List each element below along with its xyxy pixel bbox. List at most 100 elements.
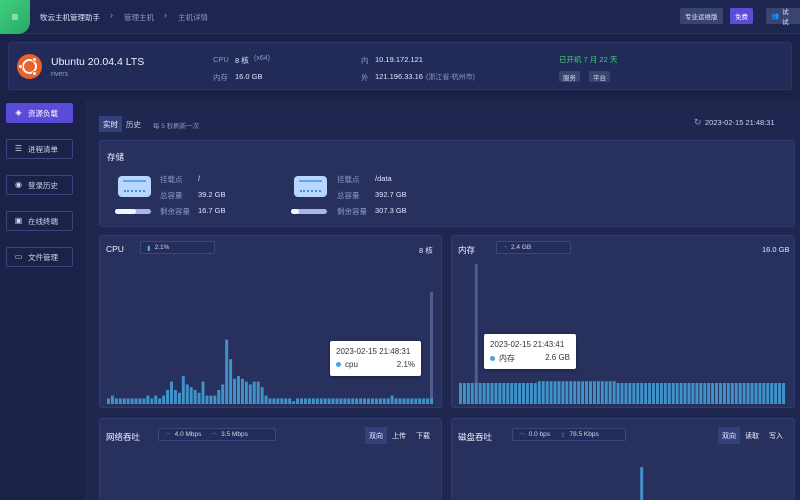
chart-bar[interactable] <box>754 383 758 404</box>
chart-bar[interactable] <box>478 383 482 404</box>
chart-bar[interactable] <box>652 383 655 404</box>
chart-bar[interactable] <box>240 378 244 404</box>
chart-bar[interactable] <box>402 398 406 404</box>
sidebar-item-process-list[interactable]: ☰ 进程清单 <box>6 139 73 159</box>
chart-bar[interactable] <box>782 383 785 404</box>
chart-bar[interactable] <box>758 383 762 404</box>
chart-bar[interactable] <box>307 398 311 404</box>
network-tab-both[interactable]: 双向 <box>365 427 387 444</box>
chart-bar[interactable] <box>205 395 209 404</box>
chart-bar[interactable] <box>367 398 370 404</box>
chart-bar[interactable] <box>276 398 280 404</box>
chart-bar[interactable] <box>553 381 557 404</box>
chart-bar[interactable] <box>225 339 229 404</box>
chart-bar[interactable] <box>256 381 260 404</box>
chart-bar[interactable] <box>154 395 158 404</box>
chart-bar[interactable] <box>581 381 585 404</box>
chart-bar[interactable] <box>134 398 138 404</box>
chart-bar[interactable] <box>311 398 315 404</box>
chart-bar[interactable] <box>414 398 418 404</box>
chart-bar[interactable] <box>675 383 679 404</box>
chart-bar[interactable] <box>406 398 410 404</box>
chart-bar[interactable] <box>557 381 561 404</box>
chart-bar[interactable] <box>382 398 386 404</box>
chart-bar[interactable] <box>529 383 533 404</box>
chart-bar[interactable] <box>510 383 514 404</box>
chart-bar[interactable] <box>351 398 355 404</box>
chart-bar[interactable] <box>339 398 343 404</box>
chart-bar[interactable] <box>138 398 142 404</box>
chart-bar[interactable] <box>522 383 525 404</box>
chart-bar[interactable] <box>170 381 173 404</box>
chart-bar[interactable] <box>750 383 754 404</box>
chart-bar[interactable] <box>490 383 494 404</box>
chart-bar[interactable] <box>284 398 288 404</box>
chart-bar[interactable] <box>498 383 502 404</box>
chart-bar[interactable] <box>659 383 663 404</box>
chart-bar[interactable] <box>422 398 426 404</box>
tab-history[interactable]: 历史 <box>122 116 145 132</box>
chart-bar[interactable] <box>189 387 193 404</box>
chart-bar[interactable] <box>604 381 608 404</box>
chart-bar[interactable] <box>734 383 738 404</box>
chart-bar[interactable] <box>726 383 730 404</box>
chart-bar[interactable] <box>644 383 648 404</box>
chart-bar[interactable] <box>569 381 573 404</box>
chart-bar[interactable] <box>315 398 319 404</box>
sidebar-item-login-history[interactable]: ◉ 登录历史 <box>6 175 73 195</box>
chart-bar[interactable] <box>695 383 699 404</box>
chart-bar[interactable] <box>459 383 462 404</box>
chart-bar[interactable] <box>577 381 581 404</box>
chart-bar[interactable] <box>378 398 382 404</box>
chart-bar[interactable] <box>288 398 292 404</box>
chart-bar[interactable] <box>398 398 402 404</box>
chart-bar[interactable] <box>221 384 225 404</box>
chart-bar[interactable] <box>177 392 181 404</box>
chart-bar[interactable] <box>486 383 490 404</box>
chart-bar[interactable] <box>327 398 331 404</box>
chart-bar[interactable] <box>506 383 510 404</box>
chart-bar[interactable] <box>663 383 667 404</box>
chart-bar[interactable] <box>494 383 498 404</box>
chart-bar[interactable] <box>632 383 636 404</box>
chart-bar[interactable] <box>596 381 600 404</box>
chart-bar[interactable] <box>248 384 252 404</box>
chart-bar[interactable] <box>640 467 644 500</box>
chart-bar[interactable] <box>319 398 323 404</box>
disk-tab-both[interactable]: 双向 <box>718 427 740 444</box>
host-tag[interactable]: 服务 <box>559 71 580 82</box>
refresh-icon[interactable]: ↻ <box>694 117 702 128</box>
chart-bar[interactable] <box>518 383 522 404</box>
chart-bar[interactable] <box>514 383 518 404</box>
chart-bar[interactable] <box>667 383 671 404</box>
chart-bar[interactable] <box>549 381 553 404</box>
chart-bar[interactable] <box>107 398 110 404</box>
chart-bar[interactable] <box>561 381 565 404</box>
chart-bar[interactable] <box>715 383 719 404</box>
chart-bar[interactable] <box>260 387 264 404</box>
chart-bar[interactable] <box>648 383 652 404</box>
chart-bar[interactable] <box>390 395 394 404</box>
sidebar-item-file-manager[interactable]: ▭ 文件管理 <box>6 247 73 267</box>
chart-bar[interactable] <box>110 395 114 404</box>
chart-bar[interactable] <box>711 383 715 404</box>
chart-bar[interactable] <box>699 383 703 404</box>
chart-bar[interactable] <box>573 381 577 404</box>
chart-bar[interactable] <box>426 398 430 404</box>
chart-bar[interactable] <box>770 383 774 404</box>
chart-bar[interactable] <box>600 381 604 404</box>
chart-bar[interactable] <box>430 398 433 404</box>
chart-bar[interactable] <box>585 381 589 404</box>
chart-bar[interactable] <box>173 390 177 404</box>
chart-bar[interactable] <box>213 395 217 404</box>
chart-bar[interactable] <box>565 381 569 404</box>
chart-bar[interactable] <box>742 383 746 404</box>
chart-bar[interactable] <box>268 398 272 404</box>
chart-bar[interactable] <box>687 383 691 404</box>
chart-bar[interactable] <box>671 383 675 404</box>
chart-bar[interactable] <box>418 398 422 404</box>
breadcrumb-manage[interactable]: 管理主机 <box>124 12 154 23</box>
chart-bar[interactable] <box>122 398 126 404</box>
chart-bar[interactable] <box>746 383 750 404</box>
chart-bar[interactable] <box>374 398 378 404</box>
